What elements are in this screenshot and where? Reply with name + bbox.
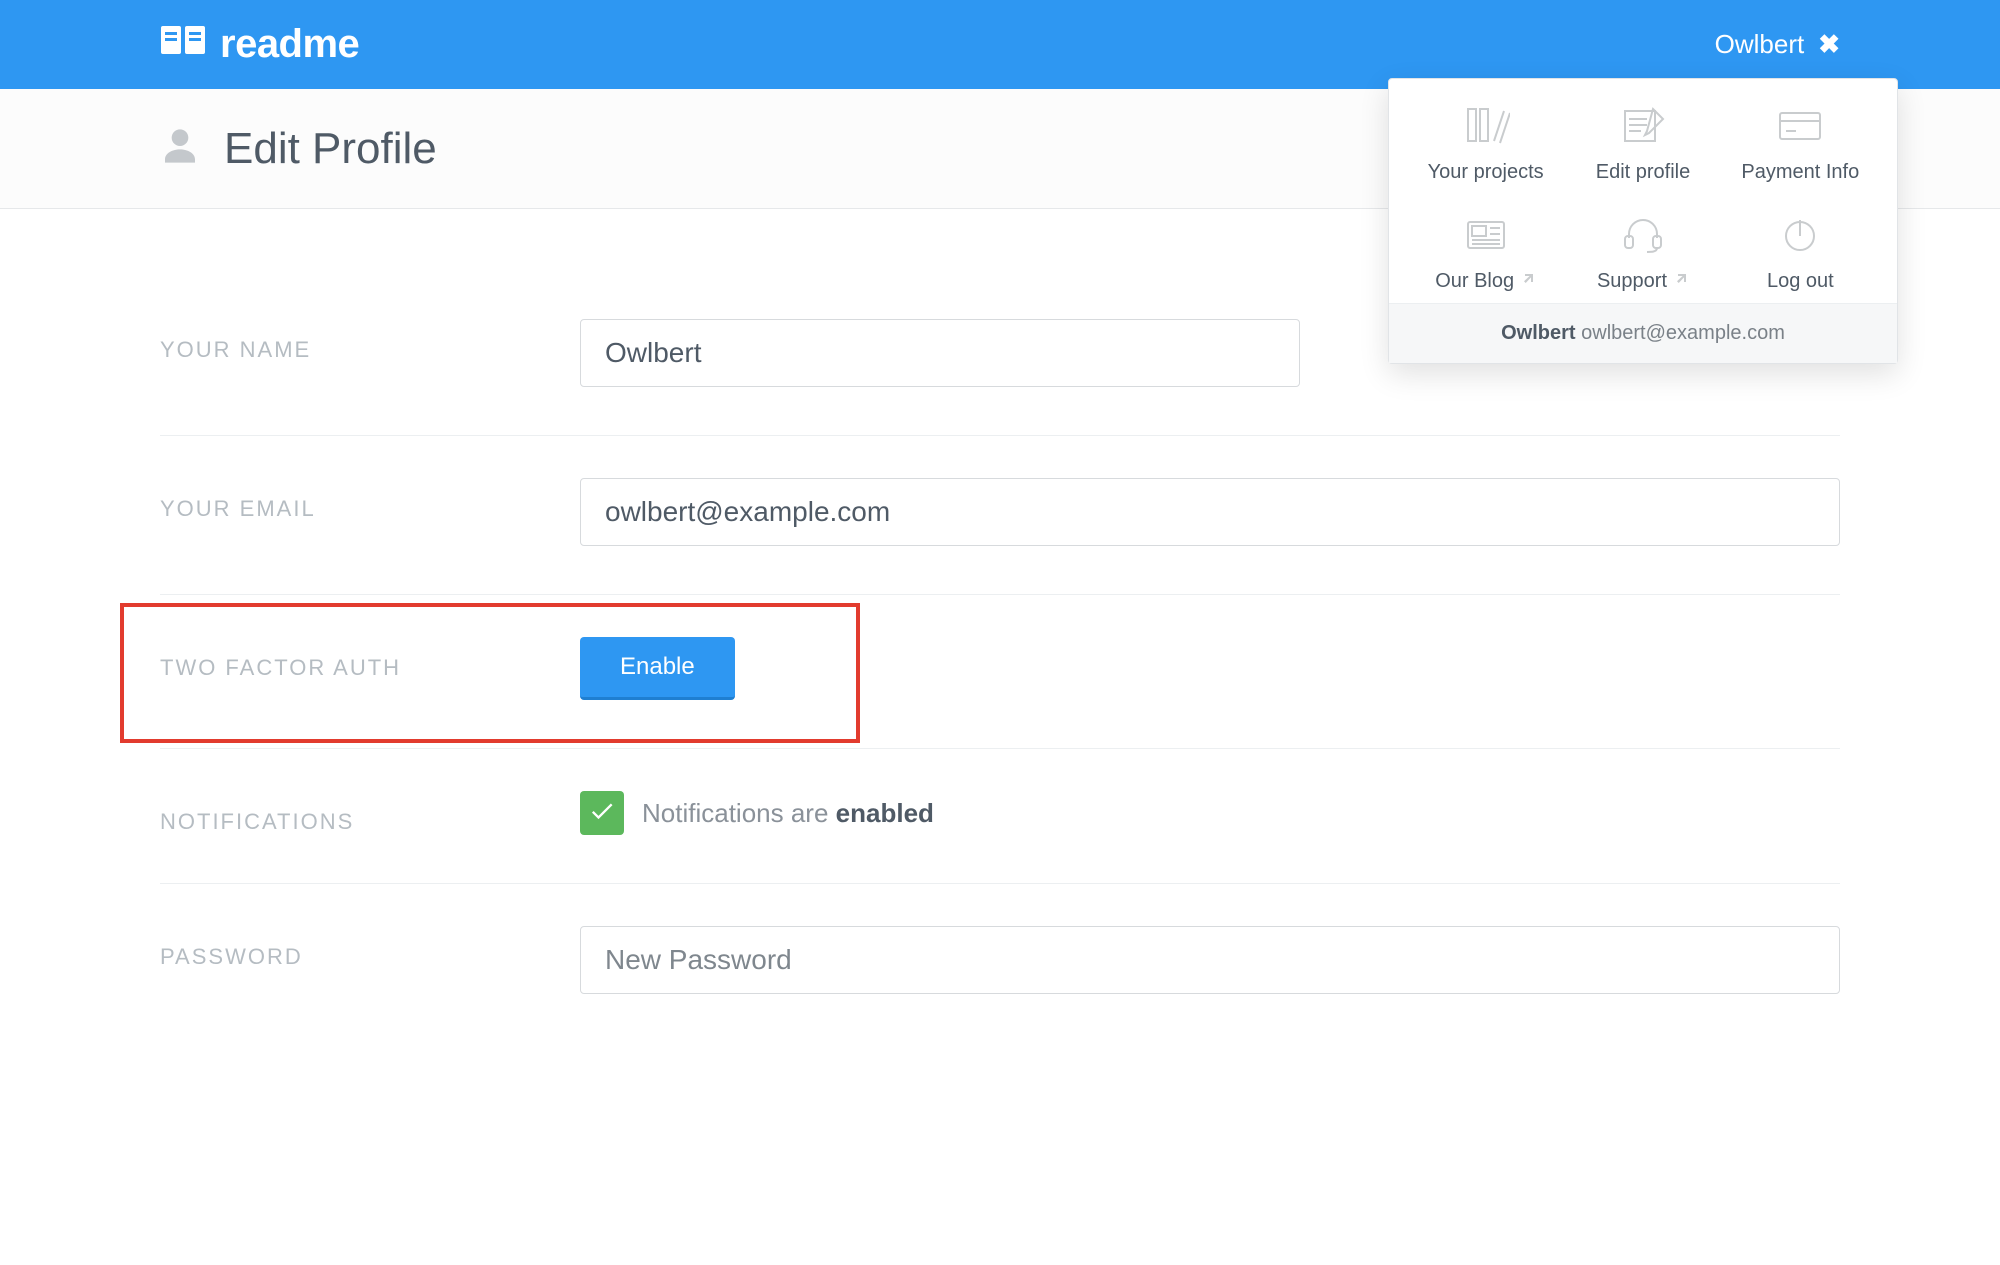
user-icon	[160, 126, 200, 171]
dropdown-item-log-out[interactable]: Log out	[1722, 212, 1879, 293]
dropdown-footer-email: owlbert@example.com	[1581, 322, 1785, 344]
user-dropdown: Your projects Edit profile	[1388, 78, 1898, 364]
credit-card-icon	[1775, 103, 1825, 147]
row-password: PASSWORD	[160, 884, 1840, 1042]
label-notifications: NOTIFICATIONS	[160, 791, 580, 835]
password-input[interactable]	[580, 926, 1840, 994]
row-your-email: YOUR EMAIL	[160, 436, 1840, 595]
dropdown-label: Log out	[1767, 270, 1834, 293]
enable-tfa-button[interactable]: Enable	[580, 637, 735, 700]
external-link-icon	[1673, 270, 1689, 293]
row-notifications: NOTIFICATIONS Notifications are enabled	[160, 749, 1840, 884]
external-link-icon	[1520, 270, 1536, 293]
label-two-factor: TWO FACTOR AUTH	[160, 637, 580, 681]
dropdown-item-your-projects[interactable]: Your projects	[1407, 103, 1564, 184]
notifications-checkbox[interactable]	[580, 791, 624, 835]
page-title: Edit Profile	[224, 124, 437, 174]
topbar: readme Owlbert ✖ Your projects	[0, 0, 2000, 89]
projects-icon	[1461, 103, 1511, 147]
dropdown-item-support[interactable]: Support	[1564, 212, 1721, 293]
book-icon	[160, 22, 206, 68]
user-menu-trigger[interactable]: Owlbert ✖	[1715, 0, 1840, 89]
edit-profile-icon	[1618, 103, 1668, 147]
notifications-status-text: Notifications are enabled	[642, 798, 934, 829]
dropdown-label: Our Blog	[1435, 270, 1536, 293]
dropdown-item-edit-profile[interactable]: Edit profile	[1564, 103, 1721, 184]
power-icon	[1775, 212, 1825, 256]
brand-logo[interactable]: readme	[160, 22, 359, 68]
dropdown-item-our-blog[interactable]: Our Blog	[1407, 212, 1564, 293]
check-icon	[588, 797, 616, 830]
row-two-factor-auth: TWO FACTOR AUTH Enable	[160, 595, 1840, 749]
user-menu-username: Owlbert	[1715, 29, 1805, 60]
brand-name: readme	[220, 22, 359, 67]
email-input[interactable]	[580, 478, 1840, 546]
newspaper-icon	[1461, 212, 1511, 256]
label-password: PASSWORD	[160, 926, 580, 970]
dropdown-label: Your projects	[1428, 161, 1544, 184]
label-your-email: YOUR EMAIL	[160, 478, 580, 522]
dropdown-label: Edit profile	[1596, 161, 1691, 184]
close-icon[interactable]: ✖	[1818, 29, 1840, 60]
headset-icon	[1618, 212, 1668, 256]
dropdown-footer-name: Owlbert	[1501, 322, 1575, 344]
dropdown-label: Payment Info	[1741, 161, 1859, 184]
dropdown-label: Support	[1597, 270, 1689, 293]
dropdown-footer: Owlbert owlbert@example.com	[1389, 303, 1897, 363]
dropdown-item-payment-info[interactable]: Payment Info	[1722, 103, 1879, 184]
label-your-name: YOUR NAME	[160, 319, 580, 363]
name-input[interactable]	[580, 319, 1300, 387]
